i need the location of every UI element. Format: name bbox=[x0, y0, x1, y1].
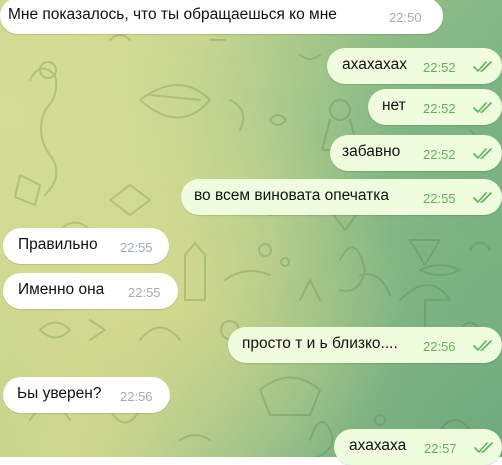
message-bubble-incoming[interactable]: Мне показалось, что ты обращаешься ко мн… bbox=[0, 0, 443, 34]
message-time: 22:55 bbox=[423, 191, 456, 206]
message-time: 22:50 bbox=[389, 10, 422, 25]
message-time: 22:55 bbox=[120, 240, 153, 255]
message-time: 22:55 bbox=[128, 285, 161, 300]
double-check-icon bbox=[474, 442, 493, 453]
message-bubble-outgoing[interactable]: нет 22:52 bbox=[368, 89, 502, 125]
message-bubble-outgoing[interactable]: ахахахах 22:52 bbox=[327, 48, 502, 84]
message-text: во всем виновата опечатка bbox=[194, 187, 389, 204]
message-bubble-outgoing[interactable]: забавно 22:52 bbox=[330, 135, 502, 171]
message-text: забавно bbox=[342, 143, 401, 160]
message-text: Мне показалось, что ты обращаешься ко мн… bbox=[8, 6, 337, 23]
double-check-icon bbox=[473, 340, 492, 351]
message-time: 22:52 bbox=[423, 147, 456, 162]
message-time: 22:52 bbox=[423, 60, 456, 75]
message-text: нет bbox=[382, 97, 406, 114]
message-time: 22:57 bbox=[424, 441, 457, 456]
message-bubble-outgoing[interactable]: во всем виновата опечатка 22:55 bbox=[181, 179, 502, 215]
message-text: ахахахах bbox=[342, 56, 407, 73]
message-text: Правильно bbox=[18, 236, 98, 253]
double-check-icon bbox=[473, 192, 492, 203]
message-time: 22:56 bbox=[120, 389, 153, 404]
message-bubble-outgoing[interactable]: ахахаха 22:57 bbox=[334, 429, 502, 465]
message-text: ахахаха bbox=[349, 437, 407, 454]
message-bubble-outgoing[interactable]: просто т и ь близко.... 22:56 bbox=[228, 327, 502, 363]
double-check-icon bbox=[473, 102, 492, 113]
message-time: 22:52 bbox=[423, 101, 456, 116]
message-text: Ьы уверен? bbox=[17, 385, 102, 402]
message-time: 22:56 bbox=[423, 339, 456, 354]
double-check-icon bbox=[473, 148, 492, 159]
message-text: просто т и ь близко.... bbox=[242, 335, 398, 352]
double-check-icon bbox=[473, 61, 492, 72]
message-bubble-incoming[interactable]: Именно она 22:55 bbox=[3, 273, 178, 309]
message-bubble-incoming[interactable]: Правильно 22:55 bbox=[3, 228, 169, 264]
message-bubble-incoming[interactable]: Ьы уверен? 22:56 bbox=[3, 377, 170, 413]
message-text: Именно она bbox=[18, 281, 105, 298]
